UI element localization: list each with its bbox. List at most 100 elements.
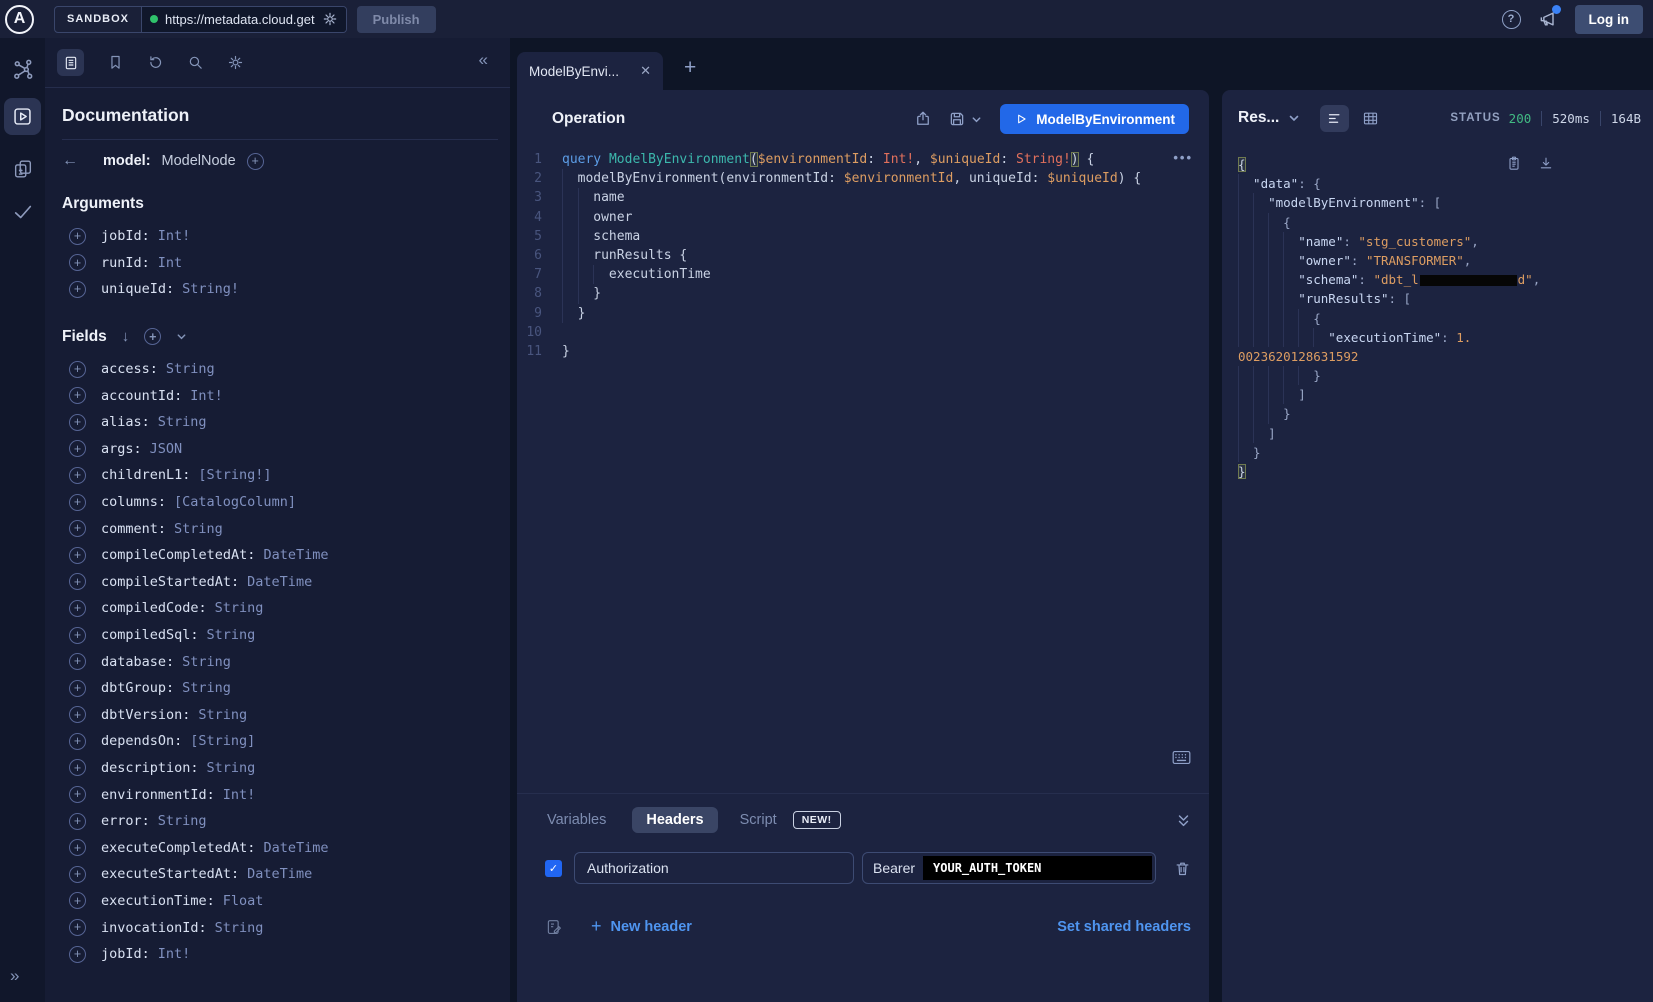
history-icon[interactable] [147,54,164,71]
field-type[interactable]: Int! [158,946,191,962]
field-type[interactable]: String [215,920,264,936]
add-to-query-icon[interactable]: + [69,786,86,803]
pretty-view-icon[interactable] [1320,105,1349,132]
add-to-query-icon[interactable]: + [69,520,86,537]
publish-button[interactable]: Publish [357,6,436,33]
field-row[interactable]: +access:String [62,356,498,383]
field-type[interactable]: String [207,760,256,776]
field-type[interactable]: String [166,361,215,377]
field-row[interactable]: +compileStartedAt:DateTime [62,569,498,596]
header-key-input[interactable]: Authorization [574,852,854,884]
field-type[interactable]: String [174,521,223,537]
schema-graph-icon[interactable] [11,58,34,81]
field-type[interactable]: Int! [190,388,223,404]
field-row[interactable]: +database:String [62,648,498,675]
add-to-query-icon[interactable]: + [69,573,86,590]
field-type[interactable]: DateTime [247,574,312,590]
field-row[interactable]: +columns:[CatalogColumn] [62,489,498,516]
field-type[interactable]: JSON [150,441,183,457]
add-to-query-icon[interactable]: + [69,706,86,723]
field-type[interactable]: Float [223,893,264,909]
header-value-input[interactable]: Bearer YOUR_AUTH_TOKEN [862,852,1156,884]
field-type[interactable]: DateTime [263,547,328,563]
field-row[interactable]: +description:String [62,755,498,782]
keyboard-shortcuts-icon[interactable] [1172,750,1191,765]
save-caret-icon[interactable] [971,114,982,125]
new-header-button[interactable]: + New header [591,916,692,937]
field-type[interactable]: String [198,707,247,723]
delete-header-icon[interactable] [1174,860,1191,877]
auth-token-value[interactable]: YOUR_AUTH_TOKEN [923,856,1152,880]
field-row[interactable]: +comment:String [62,515,498,542]
add-to-query-icon[interactable]: + [69,919,86,936]
field-row[interactable]: +error:String [62,808,498,835]
field-type[interactable]: String [158,813,207,829]
field-type[interactable]: [String] [190,733,255,749]
edit-headers-icon[interactable] [545,918,563,936]
collapse-panel-icon[interactable] [1176,812,1191,828]
field-type[interactable]: String [182,680,231,696]
add-to-query-icon[interactable]: + [69,733,86,750]
response-title[interactable]: Res... [1238,109,1279,127]
field-type[interactable]: Int [158,255,182,271]
field-type[interactable]: String [158,414,207,430]
table-view-icon[interactable] [1362,110,1379,127]
add-to-query-icon[interactable]: + [69,547,86,564]
documentation-tab-icon[interactable] [57,49,84,76]
endpoint-url-box[interactable]: https://metadata.cloud.get [141,7,346,32]
field-row[interactable]: +invocationId:String [62,914,498,941]
field-row[interactable]: +dependsOn:[String] [62,728,498,755]
header-enabled-checkbox[interactable]: ✓ [545,860,562,877]
add-to-query-icon[interactable]: + [69,281,86,298]
add-to-query-icon[interactable]: + [69,653,86,670]
field-row[interactable]: +childrenL1:[String!] [62,462,498,489]
fields-caret-icon[interactable] [176,331,187,342]
save-operation-icon[interactable] [948,110,966,128]
field-row[interactable]: +dbtGroup:String [62,675,498,702]
model-type[interactable]: ModelNode [162,153,236,169]
field-row[interactable]: +compiledSql:String [62,622,498,649]
field-type[interactable]: DateTime [247,866,312,882]
back-arrow-icon[interactable]: ← [62,152,78,170]
add-to-query-icon[interactable]: + [69,946,86,963]
field-row[interactable]: +accountId:Int! [62,382,498,409]
close-tab-icon[interactable]: ✕ [640,63,651,79]
add-to-query-icon[interactable]: + [69,600,86,617]
explorer-icon[interactable] [4,98,41,135]
tab-variables[interactable]: Variables [547,812,606,828]
help-icon[interactable]: ? [1502,10,1521,29]
login-button[interactable]: Log in [1575,5,1644,34]
field-row[interactable]: +jobId:Int! [62,941,498,968]
add-to-query-icon[interactable]: + [69,387,86,404]
new-tab-icon[interactable]: + [684,56,696,80]
field-row[interactable]: +compiledCode:String [62,595,498,622]
operation-editor[interactable]: 1query ModelByEnvironment($environmentId… [517,150,1179,361]
tab-script[interactable]: Script [740,812,777,828]
expand-rail-icon[interactable]: » [10,966,19,986]
argument-row[interactable]: +runId:Int [62,250,498,277]
add-to-query-icon[interactable]: + [69,759,86,776]
field-row[interactable]: +executeCompletedAt:DateTime [62,834,498,861]
announcements-icon[interactable] [1538,9,1558,29]
add-to-query-icon[interactable]: + [69,627,86,644]
field-row[interactable]: +dbtVersion:String [62,702,498,729]
field-row[interactable]: +compileCompletedAt:DateTime [62,542,498,569]
add-to-query-icon[interactable]: + [69,839,86,856]
add-to-query-icon[interactable]: + [69,467,86,484]
argument-row[interactable]: +uniqueId:String! [62,276,498,303]
argument-row[interactable]: +jobId:Int! [62,223,498,250]
collapse-docs-icon[interactable]: « [479,50,488,70]
field-type[interactable]: [String!] [198,467,271,483]
endpoint-url[interactable]: https://metadata.cloud.get [165,12,315,27]
tab-headers[interactable]: Headers [632,807,717,833]
checks-icon[interactable] [12,201,34,223]
field-row[interactable]: +args:JSON [62,436,498,463]
add-model-icon[interactable]: + [247,153,264,170]
field-row[interactable]: +alias:String [62,409,498,436]
share-operation-icon[interactable] [914,110,932,128]
field-type[interactable]: [CatalogColumn] [174,494,296,510]
add-to-query-icon[interactable]: + [69,361,86,378]
add-to-query-icon[interactable]: + [69,892,86,909]
field-type[interactable]: Int! [158,228,191,244]
search-icon[interactable] [187,54,204,71]
